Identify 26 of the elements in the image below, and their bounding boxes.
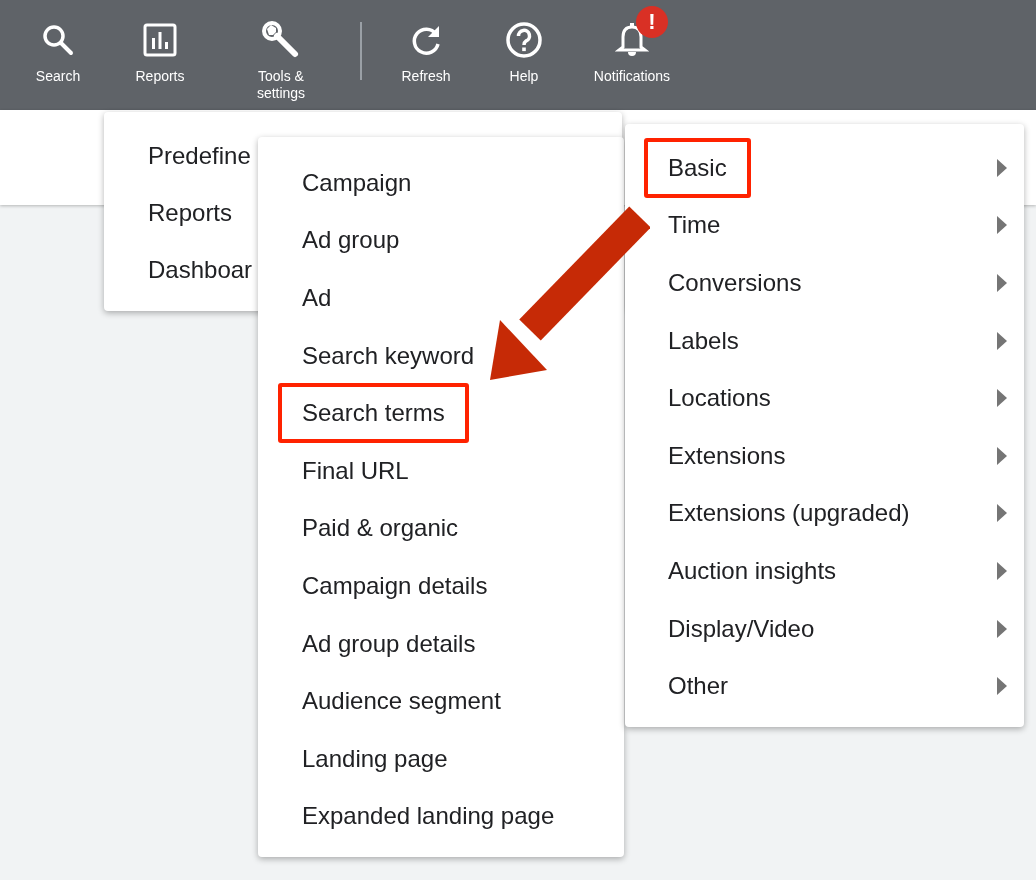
menu-item[interactable]: Expanded landing page xyxy=(278,786,579,847)
menu-item[interactable]: Ad xyxy=(278,268,356,328)
notification-badge: ! xyxy=(636,6,668,38)
menu-item[interactable]: Search terms xyxy=(278,383,469,444)
menu-item[interactable]: Ad group xyxy=(278,210,424,271)
toolbar-button[interactable]: Search xyxy=(8,0,108,86)
menu-item[interactable]: Conversions xyxy=(644,253,826,313)
menu-item[interactable]: Ad group details xyxy=(278,613,500,674)
menu-item[interactable]: Other xyxy=(644,656,753,717)
wrench-icon xyxy=(261,20,301,60)
search-icon xyxy=(40,22,76,58)
menu-item[interactable]: Labels xyxy=(644,310,763,371)
help-icon xyxy=(505,21,543,59)
menu-item[interactable]: Display/Video xyxy=(644,598,839,659)
menu-item[interactable]: Search keyword xyxy=(278,325,499,386)
toolbar-button[interactable]: Notifications ! xyxy=(572,0,692,86)
menu-item[interactable]: Reports xyxy=(124,182,257,243)
toolbar-button[interactable]: Reports xyxy=(108,0,212,86)
bar-chart-icon xyxy=(142,22,178,58)
toolbar-button[interactable]: Tools & settings xyxy=(212,0,350,103)
menu-item[interactable]: Time xyxy=(644,195,745,256)
menu-item[interactable]: Basic xyxy=(644,137,751,198)
bell-icon xyxy=(615,22,649,58)
toolbar-button[interactable]: Help xyxy=(476,0,572,86)
menu-item[interactable]: Campaign xyxy=(278,152,436,213)
toolbar-button[interactable]: Refresh xyxy=(376,0,476,86)
